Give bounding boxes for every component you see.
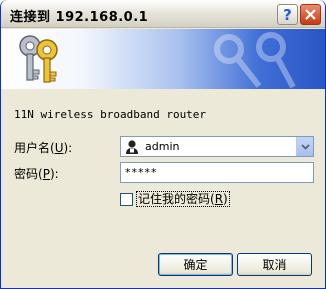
title-bar[interactable]: 连接到 192.168.0.1 ? — [1, 0, 325, 28]
password-label: 密码(P): — [14, 167, 59, 181]
password-field[interactable]: ***** — [120, 162, 314, 183]
banner — [1, 29, 325, 89]
ok-button[interactable]: 确定 — [158, 253, 233, 276]
help-icon: ? — [283, 5, 292, 24]
checkbox-box[interactable] — [120, 192, 133, 206]
username-value: admin — [145, 140, 180, 153]
username-dropdown-button[interactable] — [296, 137, 313, 156]
close-icon — [305, 9, 316, 20]
username-label: 用户名(U): — [14, 141, 73, 155]
window-title: 连接到 192.168.0.1 — [10, 10, 149, 25]
username-combobox[interactable]: admin — [120, 136, 314, 157]
realm-description: 11N wireless broadband router — [14, 108, 207, 121]
remember-password-checkbox[interactable]: 记住我的密码(R) — [120, 191, 230, 207]
watermark-keys-icon — [214, 32, 296, 89]
help-button[interactable]: ? — [277, 4, 298, 25]
keys-icon — [19, 35, 58, 83]
remember-password-label[interactable]: 记住我的密码(R) — [136, 191, 230, 207]
user-icon — [126, 140, 138, 154]
close-button[interactable] — [300, 4, 321, 25]
cancel-button[interactable]: 取消 — [237, 253, 312, 276]
chevron-down-icon — [300, 143, 310, 150]
login-dialog: 连接到 192.168.0.1 ? 11N wireless broadband… — [0, 0, 326, 289]
